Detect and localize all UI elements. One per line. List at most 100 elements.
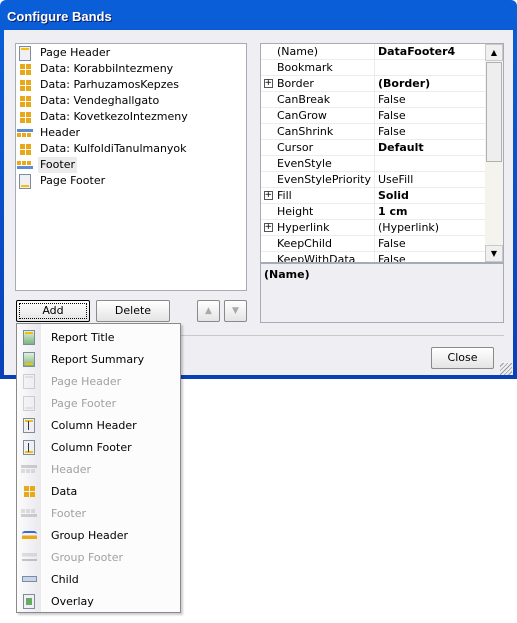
menu-item-label: Footer xyxy=(51,506,86,520)
property-row[interactable]: KeepChild False xyxy=(261,236,486,252)
band-label: Footer xyxy=(38,157,77,173)
property-row[interactable]: Height 1 cm xyxy=(261,204,486,220)
overlay-band-icon xyxy=(17,593,41,609)
property-name: CanShrink xyxy=(275,124,375,139)
property-value[interactable] xyxy=(375,60,486,75)
menu-item-label: Overlay xyxy=(51,594,94,608)
band-list-item[interactable]: Page Header xyxy=(17,45,112,61)
menu-item-page-header: Page Header xyxy=(17,370,180,392)
property-name: Border xyxy=(275,76,375,91)
page-footer-icon xyxy=(17,395,41,411)
property-row[interactable]: KeepWithData False xyxy=(261,252,486,262)
property-value[interactable]: (Hyperlink) xyxy=(375,220,486,235)
menu-item-label: Report Title xyxy=(51,330,115,344)
menu-item-label: Column Header xyxy=(51,418,137,432)
band-label: Header xyxy=(40,126,81,139)
property-name: EvenStyle xyxy=(275,156,375,171)
menu-item-label: Child xyxy=(51,572,79,586)
band-label: Data: KulfoldiTanulmanyok xyxy=(40,142,187,155)
description-title: (Name) xyxy=(264,268,310,281)
scroll-thumb[interactable] xyxy=(486,62,502,162)
property-row[interactable]: + Border (Border) xyxy=(261,76,486,92)
band-list-item[interactable]: Header xyxy=(17,125,82,141)
property-row[interactable]: CanGrow False xyxy=(261,108,486,124)
property-value[interactable] xyxy=(375,156,486,171)
property-name: CanBreak xyxy=(275,92,375,107)
property-value[interactable]: False xyxy=(375,252,486,262)
band-label: Data: Vendeghallgato xyxy=(40,94,160,107)
property-scrollbar[interactable]: ▲ ▼ xyxy=(485,44,503,262)
expand-icon[interactable]: + xyxy=(263,223,273,232)
property-row[interactable]: (Name) DataFooter4 xyxy=(261,44,486,60)
add-band-menu: Report Title Report Summary Page Header Pag… xyxy=(16,323,181,613)
scroll-up-button[interactable]: ▲ xyxy=(485,44,503,61)
close-button[interactable]: Close xyxy=(431,347,494,369)
band-list-item[interactable]: Page Footer xyxy=(17,173,107,189)
menu-item-data[interactable]: Data xyxy=(17,480,180,502)
property-name: KeepWithData xyxy=(275,252,375,262)
property-value[interactable]: Default xyxy=(375,140,486,155)
property-grid[interactable]: KeepWithData False KeepChild False + Hyperlin… xyxy=(260,43,504,263)
menu-item-column-footer[interactable]: Column Footer xyxy=(17,436,180,458)
move-down-button[interactable]: ▼ xyxy=(224,300,247,322)
menu-item-label: Column Footer xyxy=(51,440,132,454)
report-summary-icon xyxy=(17,351,41,367)
menu-item-child[interactable]: Child xyxy=(17,568,180,590)
menu-item-group-header[interactable]: Group Header xyxy=(17,524,180,546)
property-row[interactable]: Bookmark xyxy=(261,60,486,76)
menu-item-column-header[interactable]: Column Header xyxy=(17,414,180,436)
window-title: Configure Bands xyxy=(7,9,112,24)
property-value[interactable]: DataFooter4 xyxy=(375,44,486,59)
menu-item-report-summary[interactable]: Report Summary xyxy=(17,348,180,370)
property-row[interactable]: EvenStylePriority UseFill xyxy=(261,172,486,188)
group-header-icon xyxy=(17,531,41,539)
property-value[interactable]: False xyxy=(375,124,486,139)
property-name: EvenStylePriority xyxy=(275,172,375,187)
property-name: KeepChild xyxy=(275,236,375,251)
band-label: Data: KorabbiIntezmeny xyxy=(40,62,174,75)
resize-grip[interactable] xyxy=(500,363,512,375)
property-name: (Name) xyxy=(275,44,375,59)
property-row[interactable]: + Hyperlink (Hyperlink) xyxy=(261,220,486,236)
band-list-item[interactable]: Footer xyxy=(17,157,77,173)
property-row[interactable]: CanBreak False xyxy=(261,92,486,108)
band-list-item[interactable]: Data: ParhuzamosKepzes xyxy=(17,77,181,93)
menu-item-label: Header xyxy=(51,462,92,476)
property-value[interactable]: False xyxy=(375,236,486,251)
bands-list[interactable]: Page Header Data: KorabbiIntezmeny Data: P… xyxy=(15,43,247,291)
property-row[interactable]: CanShrink False xyxy=(261,124,486,140)
property-name: CanGrow xyxy=(275,108,375,123)
property-value[interactable]: UseFill xyxy=(375,172,486,187)
column-header-icon xyxy=(17,417,41,433)
band-label: Page Footer xyxy=(40,174,106,187)
expand-icon[interactable]: + xyxy=(263,191,273,200)
property-name: Fill xyxy=(275,188,375,203)
band-list-item[interactable]: Data: KovetkezoIntezmeny xyxy=(17,109,190,125)
report-title-icon xyxy=(17,329,41,345)
property-value[interactable]: (Border) xyxy=(375,76,486,91)
footer-band-icon xyxy=(17,509,41,517)
band-label: Data: KovetkezoIntezmeny xyxy=(40,110,188,123)
scroll-down-button[interactable]: ▼ xyxy=(485,245,503,262)
data-band-icon xyxy=(17,61,33,77)
delete-button[interactable]: Delete xyxy=(96,300,170,322)
menu-item-overlay[interactable]: Overlay xyxy=(17,590,180,612)
header-band-icon xyxy=(17,465,41,473)
add-button[interactable]: Add xyxy=(16,300,90,322)
band-list-item[interactable]: Data: KulfoldiTanulmanyok xyxy=(17,141,189,157)
expand-icon[interactable]: + xyxy=(263,79,273,88)
menu-item-label: Report Summary xyxy=(51,352,145,366)
property-value[interactable]: False xyxy=(375,92,486,107)
property-name: Cursor xyxy=(275,140,375,155)
property-row[interactable]: EvenStyle xyxy=(261,156,486,172)
property-value[interactable]: False xyxy=(375,108,486,123)
band-list-item[interactable]: Data: Vendeghallgato xyxy=(17,93,161,109)
data-band-icon xyxy=(17,141,33,157)
band-list-item[interactable]: Data: KorabbiIntezmeny xyxy=(17,61,175,77)
move-up-button[interactable]: ▲ xyxy=(197,300,220,322)
property-value[interactable]: 1 cm xyxy=(375,204,486,219)
menu-item-report-title[interactable]: Report Title xyxy=(17,326,180,348)
property-value[interactable]: Solid xyxy=(375,188,486,203)
property-row[interactable]: Cursor Default xyxy=(261,140,486,156)
property-row[interactable]: + Fill Solid xyxy=(261,188,486,204)
